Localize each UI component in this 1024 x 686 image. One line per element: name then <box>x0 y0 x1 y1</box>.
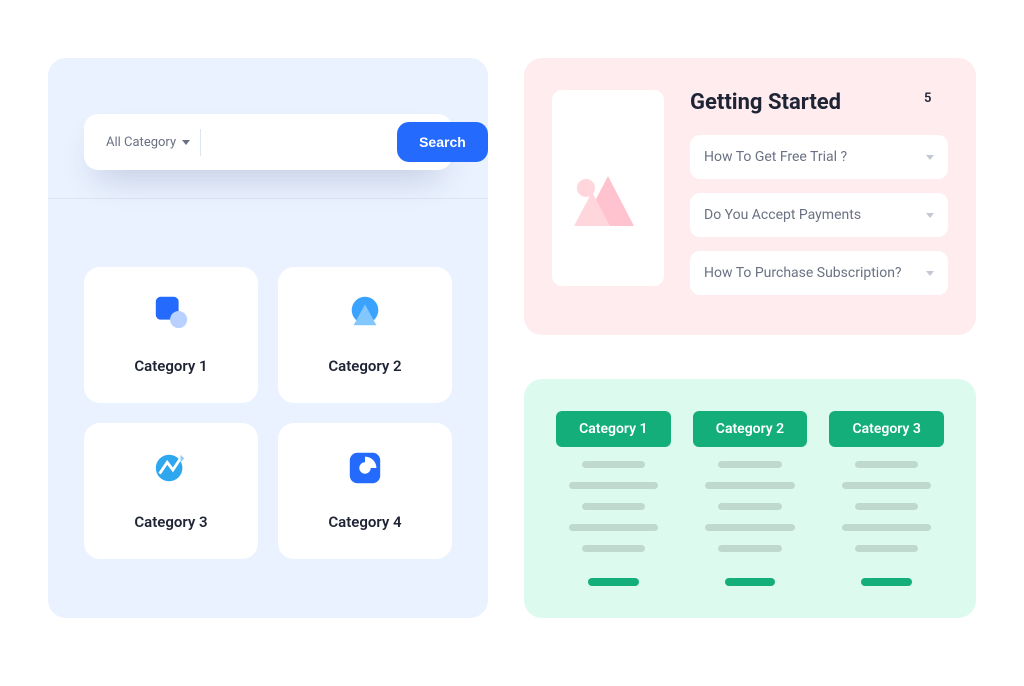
skeleton-line <box>582 461 645 468</box>
faq-item[interactable]: How To Get Free Trial ? <box>690 135 948 179</box>
compare-panel: Category 1 Category 2 <box>524 379 976 618</box>
refresh-line-icon <box>152 449 190 487</box>
search-button[interactable]: Search <box>397 122 488 162</box>
chevron-down-icon <box>182 140 190 145</box>
category-card[interactable]: Category 1 <box>84 267 258 403</box>
faq-item-label: How To Purchase Subscription? <box>704 265 902 281</box>
plan-header[interactable]: Category 3 <box>829 411 944 447</box>
faq-item-label: How To Get Free Trial ? <box>704 149 847 165</box>
plan-accent-bar <box>588 578 638 586</box>
category-card[interactable]: Category 4 <box>278 423 452 559</box>
category-card-label: Category 2 <box>328 357 401 375</box>
skeleton-line <box>842 524 931 531</box>
skeleton-line <box>855 461 918 468</box>
triangle-circle-icon <box>346 293 384 331</box>
skeleton-line <box>705 524 794 531</box>
plan-accent-bar <box>861 578 911 586</box>
category-card[interactable]: Category 2 <box>278 267 452 403</box>
category-card[interactable]: Category 3 <box>84 423 258 559</box>
faq-panel: Getting Started 5 How To Get Free Trial … <box>524 58 976 335</box>
search-category-dropdown[interactable]: All Category <box>92 129 201 156</box>
chevron-down-icon <box>926 213 934 218</box>
pie-square-icon <box>346 449 384 487</box>
skeleton-line <box>582 545 645 552</box>
skeleton-line <box>855 503 918 510</box>
plan-column: Category 1 <box>556 411 671 586</box>
skeleton-line <box>569 482 658 489</box>
plan-header[interactable]: Category 2 <box>693 411 808 447</box>
chevron-down-icon <box>926 271 934 276</box>
skeleton-line <box>855 545 918 552</box>
faq-item[interactable]: Do You Accept Payments <box>690 193 948 237</box>
search-category-label: All Category <box>106 135 176 150</box>
skeleton-line <box>582 503 645 510</box>
skeleton-line <box>569 524 658 531</box>
plan-header[interactable]: Category 1 <box>556 411 671 447</box>
faq-illustration <box>552 90 664 286</box>
faq-header: Getting Started 5 <box>690 90 948 115</box>
plan-accent-bar <box>725 578 775 586</box>
faq-item[interactable]: How To Purchase Subscription? <box>690 251 948 295</box>
plan-column: Category 3 <box>829 411 944 586</box>
category-grid: Category 1 Category 2 <box>84 267 452 559</box>
skeleton-line <box>718 545 781 552</box>
search-input[interactable] <box>201 135 397 150</box>
faq-title: Getting Started <box>690 90 841 115</box>
plan-column: Category 2 <box>693 411 808 586</box>
skeleton-line <box>718 461 781 468</box>
square-circle-icon <box>152 293 190 331</box>
faq-count-badge: 5 <box>924 91 948 115</box>
category-card-label: Category 1 <box>134 357 207 375</box>
chevron-down-icon <box>926 155 934 160</box>
category-card-label: Category 3 <box>134 513 207 531</box>
divider <box>48 198 488 199</box>
skeleton-line <box>842 482 931 489</box>
skeleton-line <box>718 503 781 510</box>
skeleton-line <box>705 482 794 489</box>
category-card-label: Category 4 <box>328 513 401 531</box>
categories-panel: All Category Search Category 1 <box>48 58 488 618</box>
search-bar: All Category Search <box>84 114 452 170</box>
faq-item-label: Do You Accept Payments <box>704 207 861 223</box>
